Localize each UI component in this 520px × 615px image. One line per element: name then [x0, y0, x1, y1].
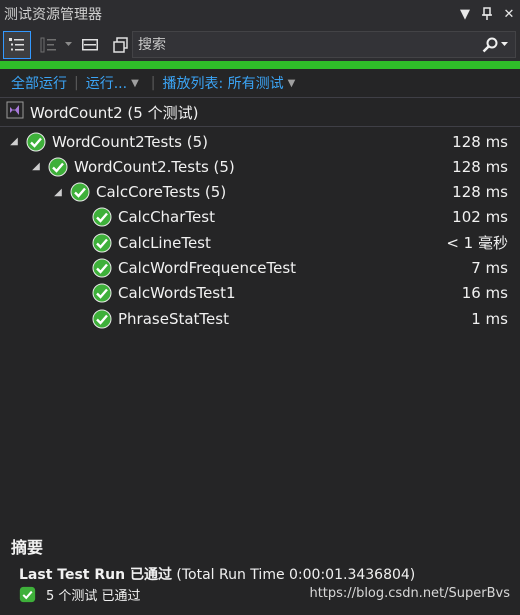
playlist-link[interactable]: 播放列表: 所有测试: [163, 73, 284, 93]
group-by-icon: [9, 37, 24, 50]
test-duration: 102 ms: [452, 208, 508, 227]
test-progress-bar: [0, 61, 520, 69]
tree-row[interactable]: ◢ WordCount2.Tests (5) 128 ms: [0, 154, 520, 179]
run-link[interactable]: 运行...: [86, 73, 127, 93]
separator: |: [74, 75, 79, 91]
last-run-status: Last Test Run 已通过 (Total Run Time 0:00:0…: [19, 564, 415, 584]
playlist-icon: [82, 38, 98, 50]
close-button[interactable]: ✕: [498, 3, 520, 25]
tree-row[interactable]: CalcCharTest 102 ms: [0, 205, 520, 230]
last-run-result: Last Test Run 已通过: [19, 567, 172, 583]
test-duration: 128 ms: [452, 132, 508, 151]
expander-icon[interactable]: ◢: [52, 186, 64, 198]
passed-count: 5 个测试 已通过: [19, 585, 141, 604]
pass-icon: [92, 283, 112, 303]
sort-icon: [40, 37, 56, 52]
pass-icon: [26, 132, 46, 151]
run-dropdown-icon[interactable]: ▼: [131, 78, 139, 89]
test-duration: 7 ms: [471, 259, 508, 277]
divider: [0, 126, 520, 127]
test-name: PhraseStatTest: [118, 309, 229, 328]
summary-panel: 摘要 Last Test Run 已通过 (Total Run Time 0:0…: [0, 520, 520, 615]
pass-icon: [92, 207, 112, 227]
vs-project-icon: [6, 101, 24, 123]
group-by-button[interactable]: [3, 30, 31, 59]
title-bar: 测试资源管理器 ▼ ✕: [0, 0, 520, 28]
chevron-down-icon: [501, 42, 508, 46]
copy-icon: [113, 36, 128, 53]
test-duration: < 1 毫秒: [446, 234, 508, 253]
search-box: [132, 31, 516, 58]
last-run-time: (Total Run Time 0:00:01.3436804): [171, 567, 416, 583]
run-all-link[interactable]: 全部运行: [11, 73, 67, 93]
pass-icon: [92, 233, 112, 253]
test-duration: 16 ms: [461, 284, 508, 303]
expander-icon[interactable]: ◢: [30, 161, 42, 173]
search-input[interactable]: [133, 36, 475, 53]
action-bar: 全部运行 | 运行... ▼ | 播放列表: 所有测试 ▼: [0, 69, 520, 97]
test-duration: 128 ms: [452, 183, 508, 202]
pass-icon: [48, 157, 68, 177]
chevron-down-icon: [64, 42, 72, 46]
window-menu-button[interactable]: ▼: [454, 3, 476, 25]
copy-button[interactable]: [107, 31, 135, 59]
tree-row[interactable]: CalcWordsTest1 16 ms: [0, 281, 520, 306]
tree-row[interactable]: CalcLineTest < 1 毫秒: [0, 230, 520, 255]
pass-icon: [92, 258, 112, 278]
passed-count-label: 5 个测试 已通过: [46, 589, 141, 604]
playlist-button[interactable]: [76, 31, 104, 59]
tree-row[interactable]: ◢ CalcCoreTests (5) 128 ms: [0, 180, 520, 205]
test-duration: 128 ms: [452, 157, 508, 176]
window-title: 测试资源管理器: [4, 7, 102, 23]
summary-heading: 摘要: [11, 538, 44, 557]
test-name: CalcWordFrequenceTest: [118, 259, 297, 277]
search-button[interactable]: [475, 32, 515, 57]
tree-row[interactable]: ◢ WordCount2Tests (5) 128 ms: [0, 129, 520, 154]
test-duration: 1 ms: [471, 309, 508, 328]
pass-icon: [19, 586, 36, 603]
search-icon: [482, 37, 498, 52]
divider: [0, 97, 520, 98]
test-name: WordCount2Tests (5): [52, 132, 209, 151]
sort-button[interactable]: [35, 31, 63, 59]
playlist-dropdown-icon[interactable]: ▼: [288, 78, 296, 89]
pass-icon: [70, 182, 90, 202]
tree-row[interactable]: CalcWordFrequenceTest 7 ms: [0, 256, 520, 281]
project-header[interactable]: WordCount2 (5 个测试): [0, 99, 520, 125]
sort-dropdown[interactable]: [63, 31, 73, 59]
separator: |: [150, 75, 156, 91]
watermark: https://blog.csdn.net/SuperBvs: [309, 586, 510, 601]
expander-icon[interactable]: ◢: [8, 136, 20, 148]
pass-icon: [92, 309, 112, 329]
pin-button[interactable]: [476, 3, 498, 25]
pin-icon: [482, 7, 492, 20]
tree-row[interactable]: PhraseStatTest 1 ms: [0, 306, 520, 331]
test-name: CalcWordsTest1: [118, 284, 236, 303]
project-label: WordCount2 (5 个测试): [30, 103, 199, 122]
